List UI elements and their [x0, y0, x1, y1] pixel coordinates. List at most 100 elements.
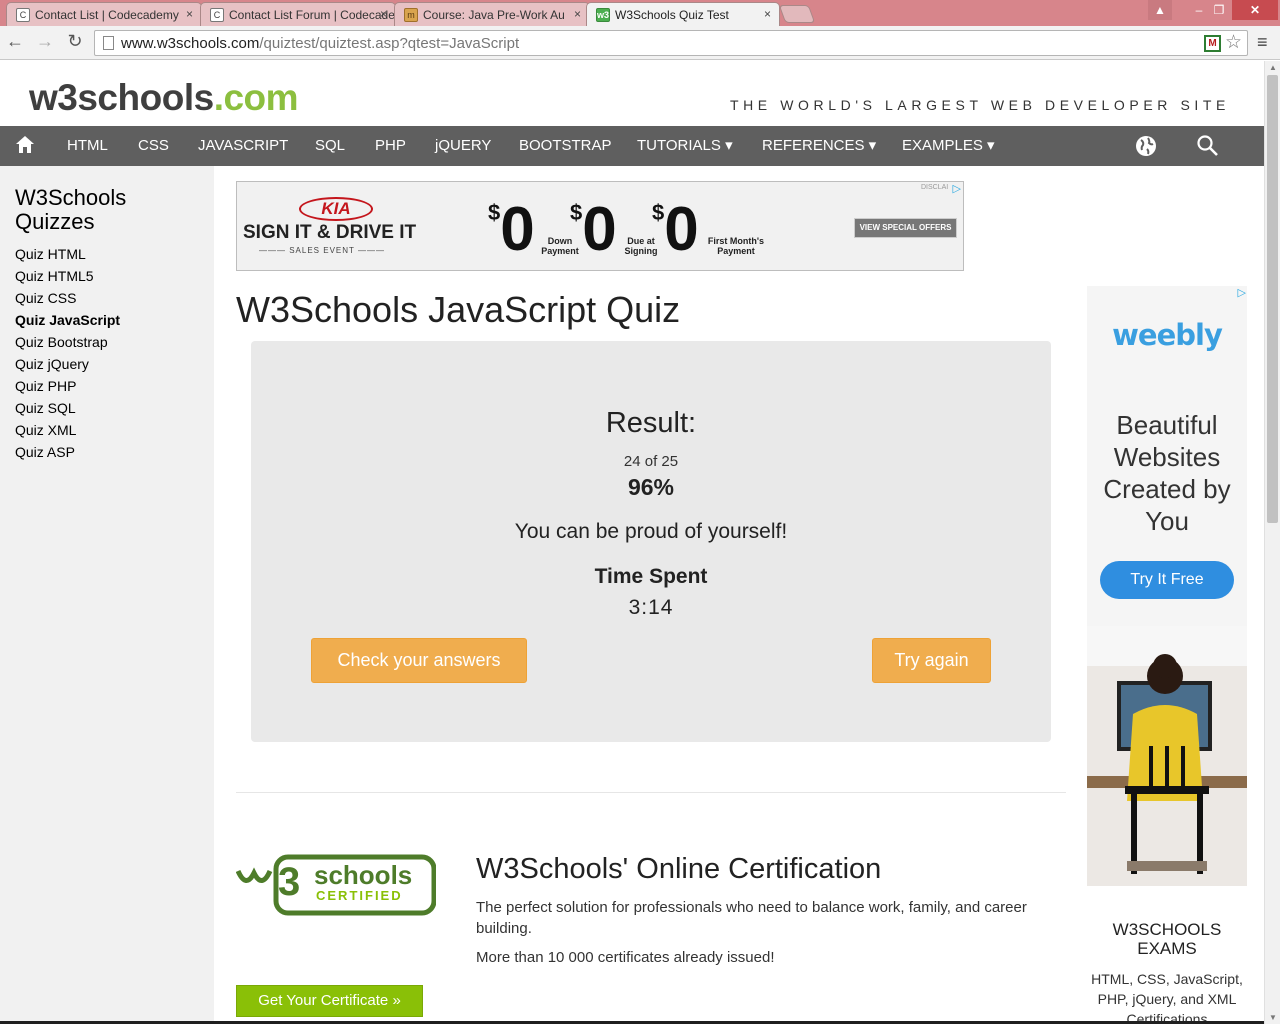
ad-amount: $0: [652, 195, 699, 264]
svg-text:3: 3: [278, 860, 300, 904]
exams-text: HTML, CSS, JavaScript, PHP, jQuery, and …: [1091, 971, 1243, 1024]
browser-tab-contact-list[interactable]: C Contact List | Codecademy ×: [6, 2, 202, 26]
sidebar-link-quiz-html5[interactable]: Quiz HTML5: [15, 268, 94, 284]
exams-title: W3SCHOOLS EXAMS: [1112, 920, 1222, 958]
browser-tab-contact-forum[interactable]: C Contact List Forum | Codecademy ×: [200, 2, 396, 26]
nav-item-css[interactable]: CSS: [138, 126, 169, 166]
quiz-sidebar: W3Schools Quizzes Quiz HTML Quiz HTML5 Q…: [0, 166, 214, 1024]
certification-count-text: More than 10 000 certificates already is…: [476, 949, 775, 966]
sidebar-title: W3Schools Quizzes: [15, 185, 127, 234]
browser-tab-course[interactable]: m Course: Java Pre-Work Au ×: [394, 2, 590, 26]
sidebar-link-quiz-sql[interactable]: Quiz SQL: [15, 400, 76, 416]
top-navigation: HTML CSS JAVASCRIPT SQL PHP jQUERY BOOTS…: [0, 126, 1264, 166]
site-tagline: THE WORLD'S LARGEST WEB DEVELOPER SITE: [729, 97, 1230, 113]
weebly-logo: weebly: [1112, 318, 1223, 352]
page-title: W3Schools JavaScript Quiz: [236, 289, 681, 330]
sidebar-link-quiz-javascript[interactable]: Quiz JavaScript: [15, 312, 120, 328]
nav-item-jquery[interactable]: jQUERY: [435, 126, 491, 166]
close-tab-icon[interactable]: ×: [574, 7, 581, 21]
close-tab-icon[interactable]: ×: [186, 7, 193, 21]
tab-title: Course: Java Pre-Work Au: [423, 8, 565, 22]
search-icon[interactable]: [1196, 134, 1220, 158]
check-answers-button[interactable]: Check your answers: [311, 638, 527, 683]
home-icon[interactable]: [14, 134, 36, 156]
browser-toolbar: ← → ↻ www.w3schools.com/quiztest/quiztes…: [0, 26, 1280, 60]
certification-text: The perfect solution for professionals w…: [476, 899, 1027, 937]
result-score: 24 of 25: [623, 453, 679, 470]
nav-item-php[interactable]: PHP: [375, 126, 406, 166]
sidebar-link-quiz-asp[interactable]: Quiz ASP: [15, 444, 75, 460]
ad-amount: $0: [570, 195, 617, 264]
codecademy-icon: C: [210, 8, 224, 22]
new-tab-button[interactable]: [778, 5, 816, 23]
adchoices-icon[interactable]: ▷: [953, 182, 961, 195]
w3schools-logo[interactable]: w3schools.com: [29, 77, 299, 119]
scroll-up-arrow-icon[interactable]: ▲: [1269, 63, 1277, 72]
ad-subline: ——— SALES EVENT ———: [258, 246, 385, 255]
sidebar-link-quiz-css[interactable]: Quiz CSS: [15, 290, 76, 306]
nav-item-sql[interactable]: SQL: [315, 126, 345, 166]
weebly-side-ad[interactable]: ▷ weebly Beautiful Websites Created by Y…: [1087, 286, 1247, 886]
tab-title: Contact List Forum | Codecademy: [229, 8, 396, 22]
close-window-icon[interactable]: ✕: [1232, 0, 1278, 20]
result-message: You can be proud of yourself!: [514, 520, 788, 543]
person-at-computer-illustration: [1087, 626, 1247, 886]
reload-icon[interactable]: ↻: [64, 31, 86, 52]
result-heading: Result:: [605, 407, 697, 439]
nav-item-examples[interactable]: EXAMPLES ▾: [902, 126, 995, 166]
sidebar-link-quiz-html[interactable]: Quiz HTML: [15, 246, 86, 262]
try-again-button[interactable]: Try again: [872, 638, 991, 683]
back-arrow-icon[interactable]: ←: [4, 31, 26, 52]
ad-amount: $0: [488, 195, 535, 264]
ad-amount-label: First Month's Payment: [707, 236, 765, 256]
close-tab-icon[interactable]: ×: [764, 7, 771, 21]
scrollbar-thumb[interactable]: [1267, 75, 1278, 523]
section-divider: [236, 792, 1066, 793]
sidebar-link-quiz-bootstrap[interactable]: Quiz Bootstrap: [15, 334, 108, 350]
browser-titlebar: C Contact List | Codecademy × C Contact …: [0, 0, 1280, 27]
browser-tab-w3schools[interactable]: w3 W3Schools Quiz Test ×: [586, 2, 780, 27]
certification-title: W3Schools' Online Certification: [476, 853, 882, 885]
bookmark-star-icon[interactable]: ☆: [1225, 31, 1242, 54]
ad-disclaimer[interactable]: DISCLAI: [921, 184, 948, 191]
browser-menu-icon[interactable]: ≡: [1257, 32, 1268, 53]
nav-item-javascript[interactable]: JAVASCRIPT: [198, 126, 288, 166]
w3schools-certified-logo[interactable]: 3 schools CERTIFIED: [236, 849, 436, 921]
sidebar-link-quiz-xml[interactable]: Quiz XML: [15, 422, 76, 438]
tab-title: Contact List | Codecademy: [35, 8, 179, 22]
quiz-result-panel: Result: 24 of 25 96% You can be proud of…: [251, 341, 1051, 742]
side-ad-headline: Beautiful Websites Created by You: [1103, 410, 1231, 536]
extension-shield-icon[interactable]: M: [1204, 35, 1221, 52]
sidebar-link-quiz-jquery[interactable]: Quiz jQuery: [15, 356, 89, 372]
result-percent: 96%: [627, 474, 675, 500]
kia-banner-ad[interactable]: KIA SIGN IT & DRIVE IT ——— SALES EVENT —…: [236, 181, 964, 271]
nav-item-references[interactable]: REFERENCES ▾: [762, 126, 876, 166]
sidebar-link-quiz-php[interactable]: Quiz PHP: [15, 378, 76, 394]
get-certificate-button[interactable]: Get Your Certificate »: [236, 985, 423, 1017]
svg-text:CERTIFIED: CERTIFIED: [316, 888, 403, 903]
try-it-free-button[interactable]: Try It Free: [1100, 561, 1234, 599]
time-spent-label: Time Spent: [594, 565, 708, 588]
kia-logo: KIA: [299, 197, 373, 221]
nav-item-html[interactable]: HTML: [67, 126, 108, 166]
adchoices-icon[interactable]: ▷: [1238, 286, 1246, 299]
maximize-icon[interactable]: ❐: [1206, 0, 1232, 20]
tab-title: W3Schools Quiz Test: [615, 8, 729, 22]
w3schools-icon: w3: [596, 8, 610, 22]
nav-item-bootstrap[interactable]: BOOTSTRAP: [519, 126, 612, 166]
scroll-down-arrow-icon[interactable]: ▼: [1269, 1013, 1277, 1022]
course-icon: m: [404, 8, 418, 22]
page-icon: [103, 36, 114, 50]
nav-item-tutorials[interactable]: TUTORIALS ▾: [637, 126, 733, 166]
close-tab-icon[interactable]: ×: [380, 7, 387, 21]
address-bar[interactable]: www.w3schools.com/quiztest/quiztest.asp?…: [94, 30, 1248, 56]
user-profile-icon[interactable]: ▲: [1148, 0, 1172, 20]
codecademy-icon: C: [16, 8, 30, 22]
time-spent-value: 3:14: [628, 596, 674, 619]
forward-arrow-icon[interactable]: →: [34, 31, 56, 52]
page-scrollbar[interactable]: ▲ ▼: [1264, 61, 1280, 1024]
globe-icon[interactable]: [1134, 134, 1158, 158]
page-viewport: w3schools.com THE WORLD'S LARGEST WEB DE…: [0, 61, 1264, 1024]
view-special-offers-button[interactable]: VIEW SPECIAL OFFERS: [854, 218, 957, 238]
svg-text:schools: schools: [314, 860, 412, 890]
